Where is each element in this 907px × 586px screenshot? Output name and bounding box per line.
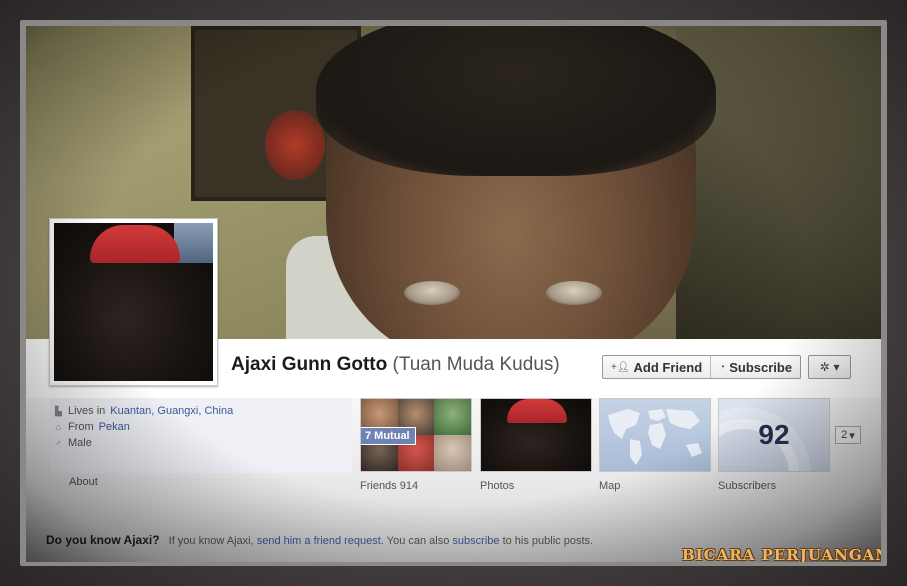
red-cap: [507, 399, 567, 423]
male-icon: ♂: [55, 438, 62, 448]
from-link[interactable]: Pekan: [99, 421, 130, 433]
add-friend-icon: +👤︎: [611, 361, 630, 373]
more-sections-button[interactable]: 2 ▾: [835, 426, 861, 444]
friend-avatar: [434, 435, 471, 471]
home-icon: ⌂: [55, 422, 62, 432]
chevron-down-icon: ▾: [849, 429, 855, 442]
send-friend-request-link[interactable]: send him a friend request: [257, 535, 381, 547]
profile-picture[interactable]: [49, 218, 218, 386]
profile-name: Ajaxi Gunn Gotto (Tuan Muda Kudus): [231, 354, 560, 375]
add-friend-button[interactable]: +👤︎ Add Friend: [603, 356, 710, 378]
building-icon: ▙: [55, 405, 62, 416]
about-link[interactable]: About: [69, 476, 98, 488]
from-location: ⌂ From Pekan: [55, 421, 130, 433]
friends-label[interactable]: Friends 914: [360, 480, 418, 492]
settings-menu-button[interactable]: ✲ ▾: [808, 355, 851, 379]
map-label[interactable]: Map: [599, 480, 620, 492]
gear-icon: ✲: [819, 360, 830, 374]
prompt-title: Do you know Ajaxi?: [46, 533, 160, 547]
friends-tile[interactable]: 7 Mutual: [360, 398, 472, 472]
subscribers-tile[interactable]: 92: [718, 398, 830, 472]
watermark-logo: BICARA PERJUANGAN: [682, 546, 881, 562]
photos-label[interactable]: Photos: [480, 480, 514, 492]
subscribe-link[interactable]: subscribe: [452, 535, 499, 547]
subscribers-label[interactable]: Subscribers: [718, 480, 776, 492]
red-cap: [90, 225, 180, 263]
lives-in-link[interactable]: Kuantan, Guangxi, China: [110, 405, 233, 417]
profile-page: Ajaxi Gunn Gotto (Tuan Muda Kudus) +👤︎ A…: [26, 26, 881, 562]
world-map-icon: [608, 409, 702, 465]
rss-icon: ◔: [719, 361, 726, 373]
chevron-down-icon: ▾: [833, 360, 840, 374]
subscribers-count: 92: [758, 419, 790, 450]
gender: ♂ Male: [55, 437, 92, 449]
mutual-friends-badge[interactable]: 7 Mutual: [361, 427, 416, 445]
map-tile[interactable]: [599, 398, 711, 472]
friend-avatar: [434, 399, 471, 435]
alternate-name: (Tuan Muda Kudus): [392, 354, 560, 375]
lives-in: ▙ Lives in Kuantan, Guangxi, China: [55, 405, 234, 417]
friend-request-prompt: Do you know Ajaxi? If you know Ajaxi, se…: [46, 533, 594, 547]
photos-tile[interactable]: [480, 398, 592, 472]
profile-actions: +👤︎ Add Friend ◔ Subscribe: [602, 355, 802, 379]
subscribe-button[interactable]: ◔ Subscribe: [710, 356, 800, 378]
